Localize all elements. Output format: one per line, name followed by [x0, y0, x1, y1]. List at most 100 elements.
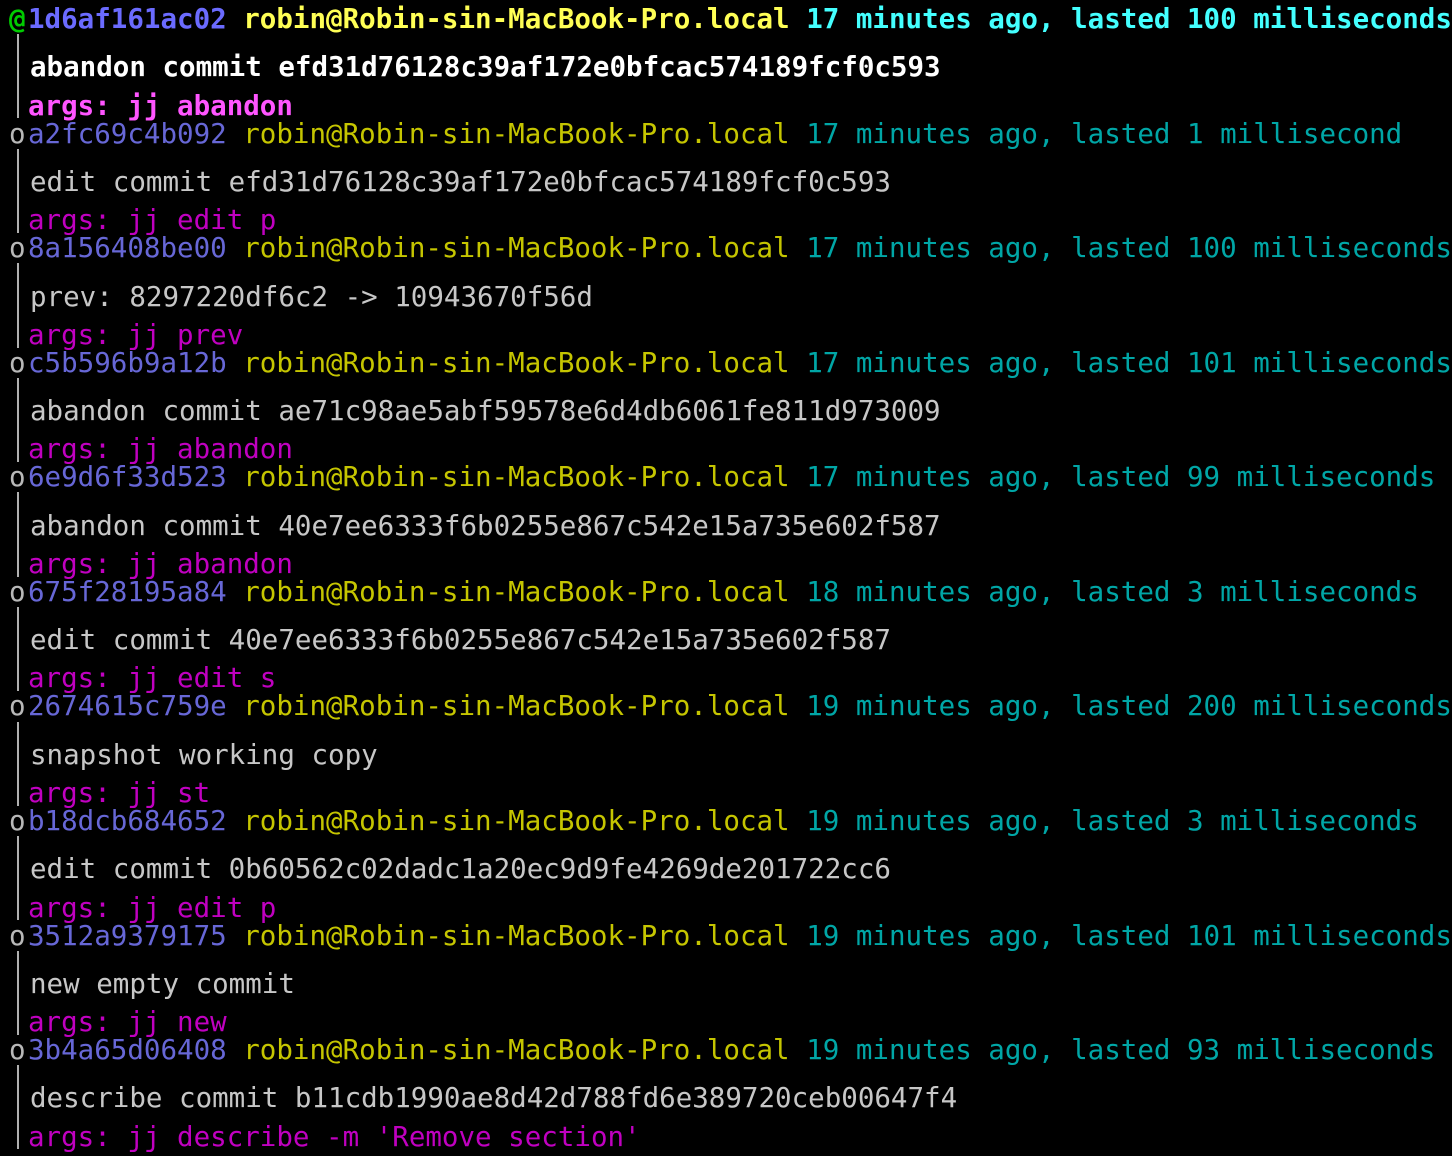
graph-edge-line	[9, 306, 28, 344]
operation-entry[interactable]: oa2fc69c4b092 robin@Robin-sin-MacBook-Pr…	[0, 115, 1452, 230]
operation-time-ago: 19 minutes ago,	[806, 690, 1054, 722]
graph-node-icon: o	[0, 802, 28, 840]
graph-edge	[0, 764, 28, 802]
operation-description: abandon commit 40e7ee6333f6b0255e867c542…	[28, 510, 941, 542]
graph-node-glyph: o	[9, 805, 26, 837]
operation-duration: lasted 101 milliseconds	[1071, 347, 1452, 379]
graph-node-icon: o	[0, 229, 28, 267]
operation-entry[interactable]: o6e9d6f33d523 robin@Robin-sin-MacBook-Pr…	[0, 458, 1452, 573]
graph-edge-line	[9, 382, 28, 420]
operation-description: edit commit efd31d76128c39af172e0bfcac57…	[28, 166, 891, 198]
operation-time-ago: 17 minutes ago,	[806, 232, 1054, 264]
operation-entry[interactable]: o675f28195a84 robin@Robin-sin-MacBook-Pr…	[0, 573, 1452, 688]
graph-edge	[0, 496, 28, 534]
operation-user-host: robin@Robin-sin-MacBook-Pro.local	[243, 461, 789, 493]
operation-entry[interactable]: o3b4a65d06408 robin@Robin-sin-MacBook-Pr…	[0, 1031, 1452, 1146]
operation-duration: lasted 3 milliseconds	[1071, 805, 1419, 837]
graph-edge	[0, 153, 28, 191]
graph-edge	[0, 955, 28, 993]
graph-edge	[0, 993, 28, 1031]
operation-header-line: o6e9d6f33d523 robin@Robin-sin-MacBook-Pr…	[0, 458, 1452, 496]
operation-user-host: robin@Robin-sin-MacBook-Pro.local	[243, 920, 789, 952]
operation-id: b18dcb684652	[28, 805, 227, 837]
operation-id: 8a156408be00	[28, 232, 227, 264]
operation-entry[interactable]: o2674615c759e robin@Robin-sin-MacBook-Pr…	[0, 687, 1452, 802]
operation-description-line: new empty commit	[0, 955, 1452, 993]
graph-edge	[0, 535, 28, 573]
operation-user-host: robin@Robin-sin-MacBook-Pro.local	[243, 1034, 789, 1066]
operation-entry[interactable]: ob18dcb684652 robin@Robin-sin-MacBook-Pr…	[0, 802, 1452, 917]
operation-time-ago: 17 minutes ago,	[806, 347, 1054, 379]
graph-edge-line	[9, 955, 28, 993]
graph-edge-line	[9, 840, 28, 878]
operation-duration: lasted 1 millisecond	[1071, 118, 1402, 150]
graph-edge-line	[9, 993, 28, 1031]
operation-duration: lasted 100 milliseconds	[1071, 232, 1452, 264]
graph-node-icon: o	[0, 573, 28, 611]
operation-id: c5b596b9a12b	[28, 347, 227, 379]
graph-edge-line	[9, 153, 28, 191]
operation-id: a2fc69c4b092	[28, 118, 227, 150]
graph-edge-line	[9, 764, 28, 802]
operation-header-line: ob18dcb684652 robin@Robin-sin-MacBook-Pr…	[0, 802, 1452, 840]
graph-edge	[0, 191, 28, 229]
operation-description: describe commit b11cdb1990ae8d42d788fd6e…	[28, 1082, 957, 1114]
operation-duration: lasted 100 milliseconds	[1071, 3, 1452, 35]
operation-time-ago: 19 minutes ago,	[806, 1034, 1054, 1066]
operation-description-line: snapshot working copy	[0, 726, 1452, 764]
operation-time-ago: 18 minutes ago,	[806, 576, 1054, 608]
operation-description-line: abandon commit ae71c98ae5abf59578e6d4db6…	[0, 382, 1452, 420]
operation-log: @1d6af161ac02 robin@Robin-sin-MacBook-Pr…	[0, 0, 1452, 1146]
graph-edge	[0, 267, 28, 305]
operation-entry[interactable]: o8a156408be00 robin@Robin-sin-MacBook-Pr…	[0, 229, 1452, 344]
operation-duration: lasted 93 milliseconds	[1071, 1034, 1435, 1066]
graph-edge-line	[9, 191, 28, 229]
graph-node-glyph: o	[9, 1034, 26, 1066]
operation-id: 3512a9379175	[28, 920, 227, 952]
graph-edge-line	[9, 1069, 28, 1107]
graph-node-icon: o	[0, 1031, 28, 1069]
graph-edge-line	[9, 496, 28, 534]
operation-description-line: edit commit 40e7ee6333f6b0255e867c542e15…	[0, 611, 1452, 649]
graph-edge-line	[9, 535, 28, 573]
operation-user-host: robin@Robin-sin-MacBook-Pro.local	[243, 118, 789, 150]
graph-node-glyph: o	[9, 920, 26, 952]
operation-description-line: prev: 8297220df6c2 -> 10943670f56d	[0, 267, 1452, 305]
operation-user-host: robin@Robin-sin-MacBook-Pro.local	[243, 3, 789, 35]
operation-header-line: o3512a9379175 robin@Robin-sin-MacBook-Pr…	[0, 917, 1452, 955]
operation-user-host: robin@Robin-sin-MacBook-Pro.local	[243, 576, 789, 608]
terminal-window[interactable]: @1d6af161ac02 robin@Robin-sin-MacBook-Pr…	[0, 0, 1452, 1148]
graph-edge-line	[9, 878, 28, 916]
operation-entry[interactable]: o3512a9379175 robin@Robin-sin-MacBook-Pr…	[0, 917, 1452, 1032]
operation-id: 675f28195a84	[28, 576, 227, 608]
operation-description-line: edit commit efd31d76128c39af172e0bfcac57…	[0, 153, 1452, 191]
operation-header-line: o2674615c759e robin@Robin-sin-MacBook-Pr…	[0, 687, 1452, 725]
operation-entry[interactable]: @1d6af161ac02 robin@Robin-sin-MacBook-Pr…	[0, 0, 1452, 115]
graph-edge	[0, 76, 28, 114]
graph-node-glyph: o	[9, 576, 26, 608]
graph-edge	[0, 726, 28, 764]
graph-edge-line	[9, 649, 28, 687]
operation-id: 6e9d6f33d523	[28, 461, 227, 493]
operation-header-line: @1d6af161ac02 robin@Robin-sin-MacBook-Pr…	[0, 0, 1452, 38]
graph-node-current-icon: @	[0, 0, 28, 38]
graph-edge	[0, 878, 28, 916]
operation-description-line: abandon commit efd31d76128c39af172e0bfca…	[0, 38, 1452, 76]
operation-user-host: robin@Robin-sin-MacBook-Pro.local	[243, 805, 789, 837]
operation-entry[interactable]: oc5b596b9a12b robin@Robin-sin-MacBook-Pr…	[0, 344, 1452, 459]
operation-duration: lasted 200 milliseconds	[1071, 690, 1452, 722]
operation-id: 2674615c759e	[28, 690, 227, 722]
operation-description: snapshot working copy	[28, 739, 378, 771]
operation-time-ago: 17 minutes ago,	[806, 118, 1054, 150]
graph-node-icon: o	[0, 458, 28, 496]
graph-node-icon: o	[0, 344, 28, 382]
graph-edge	[0, 1107, 28, 1145]
graph-node-icon: o	[0, 687, 28, 725]
graph-edge	[0, 611, 28, 649]
operation-header-line: oc5b596b9a12b robin@Robin-sin-MacBook-Pr…	[0, 344, 1452, 382]
graph-node-icon: o	[0, 115, 28, 153]
graph-edge-line	[9, 1107, 28, 1145]
graph-edge	[0, 382, 28, 420]
operation-time-ago: 19 minutes ago,	[806, 920, 1054, 952]
graph-edge-line	[9, 38, 28, 76]
